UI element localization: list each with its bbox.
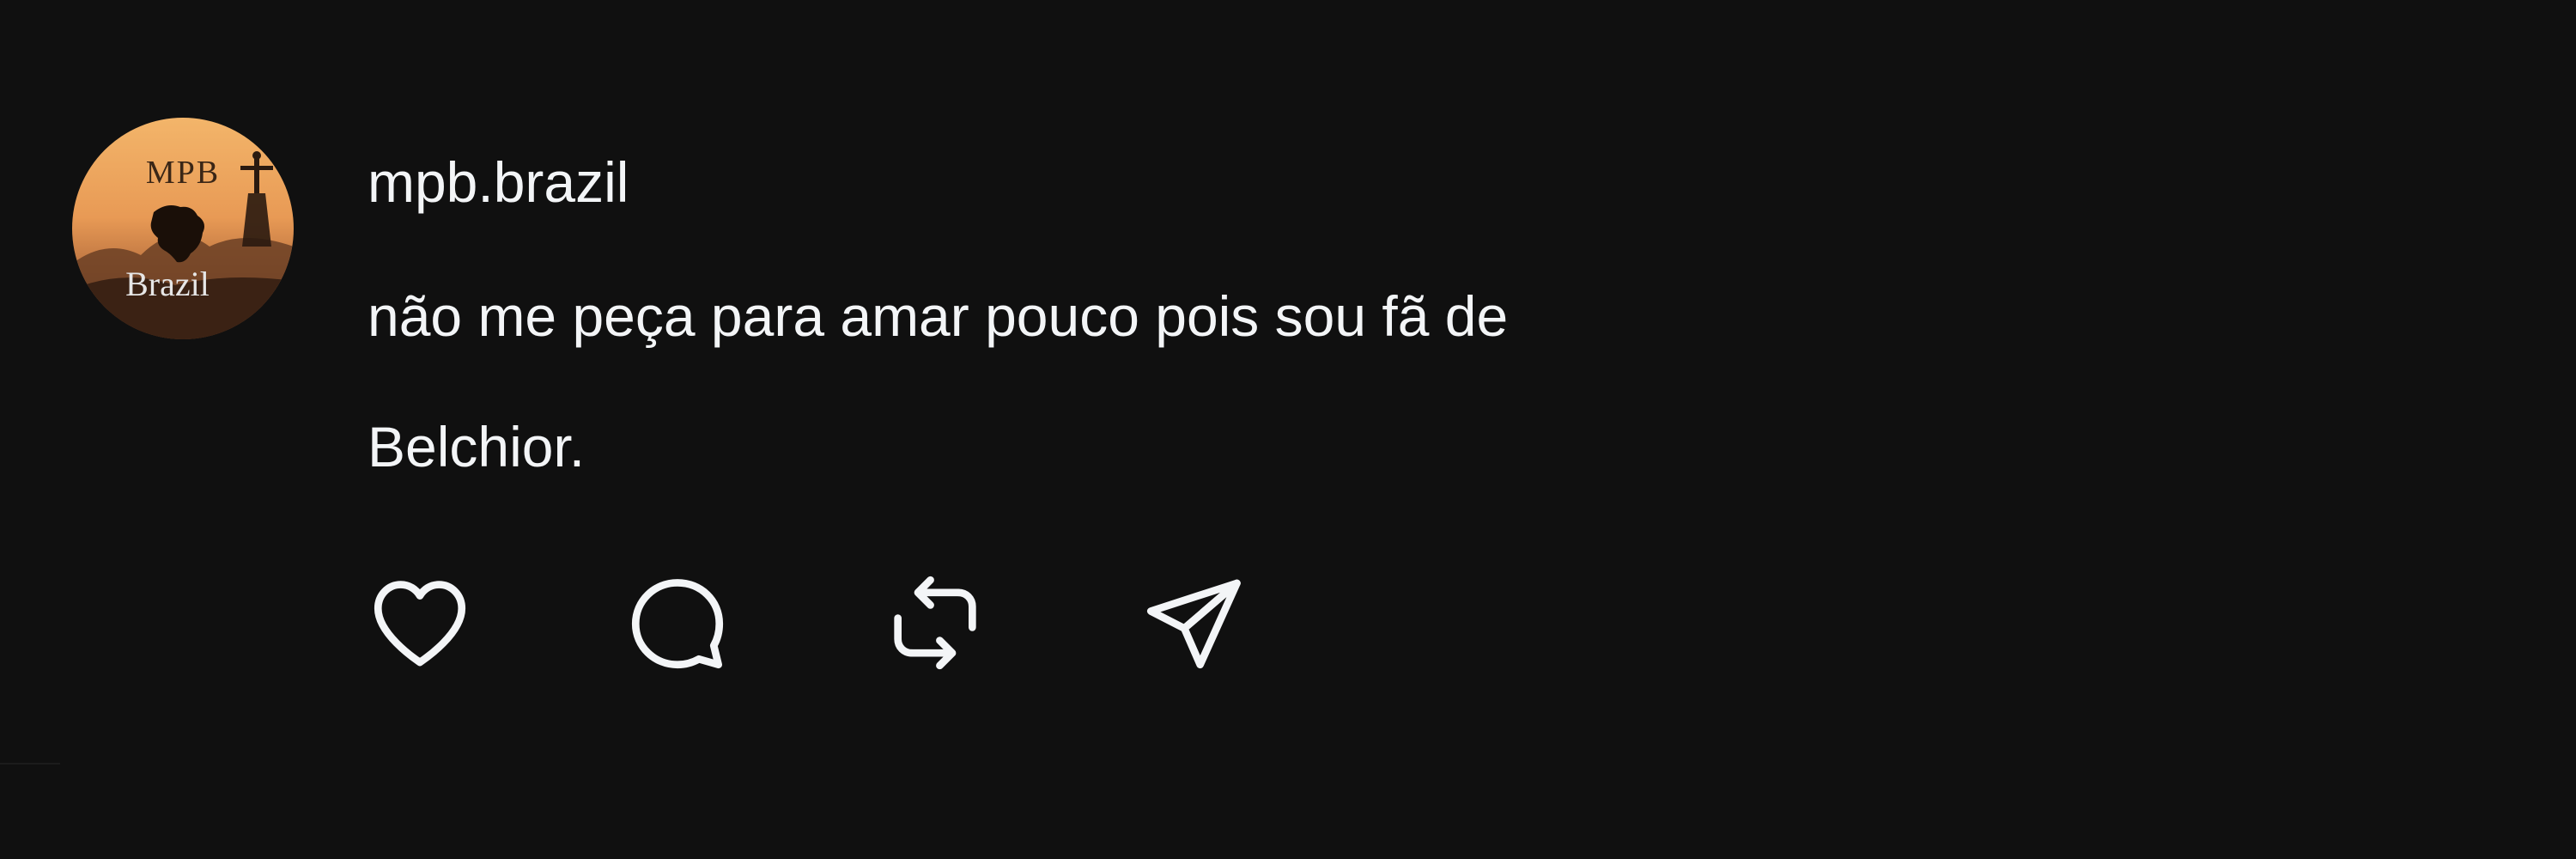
avatar-text-top: MPB (145, 155, 221, 191)
avatar[interactable]: MPB Brazil (72, 118, 294, 339)
heart-icon (374, 581, 466, 667)
speech-bubble-icon (631, 579, 724, 669)
like-button[interactable] (364, 567, 476, 679)
comment-button[interactable] (622, 567, 733, 679)
share-button[interactable] (1137, 567, 1249, 679)
username[interactable]: mpb.brazil (368, 148, 629, 216)
caption-line: Belchior. (368, 415, 586, 478)
avatar-image (72, 118, 294, 339)
post-caption: não me peça para amar pouco pois sou fã … (368, 251, 1913, 512)
paper-plane-icon (1146, 579, 1241, 669)
repost-icon (894, 576, 976, 670)
divider (0, 763, 60, 765)
post-card: MPB Brazil mpb.brazil não me peça para a… (0, 0, 2576, 859)
repost-button[interactable] (879, 567, 991, 679)
caption-line: não me peça para amar pouco pois sou fã … (368, 284, 1509, 348)
avatar-text-bottom: Brazil (125, 265, 210, 303)
